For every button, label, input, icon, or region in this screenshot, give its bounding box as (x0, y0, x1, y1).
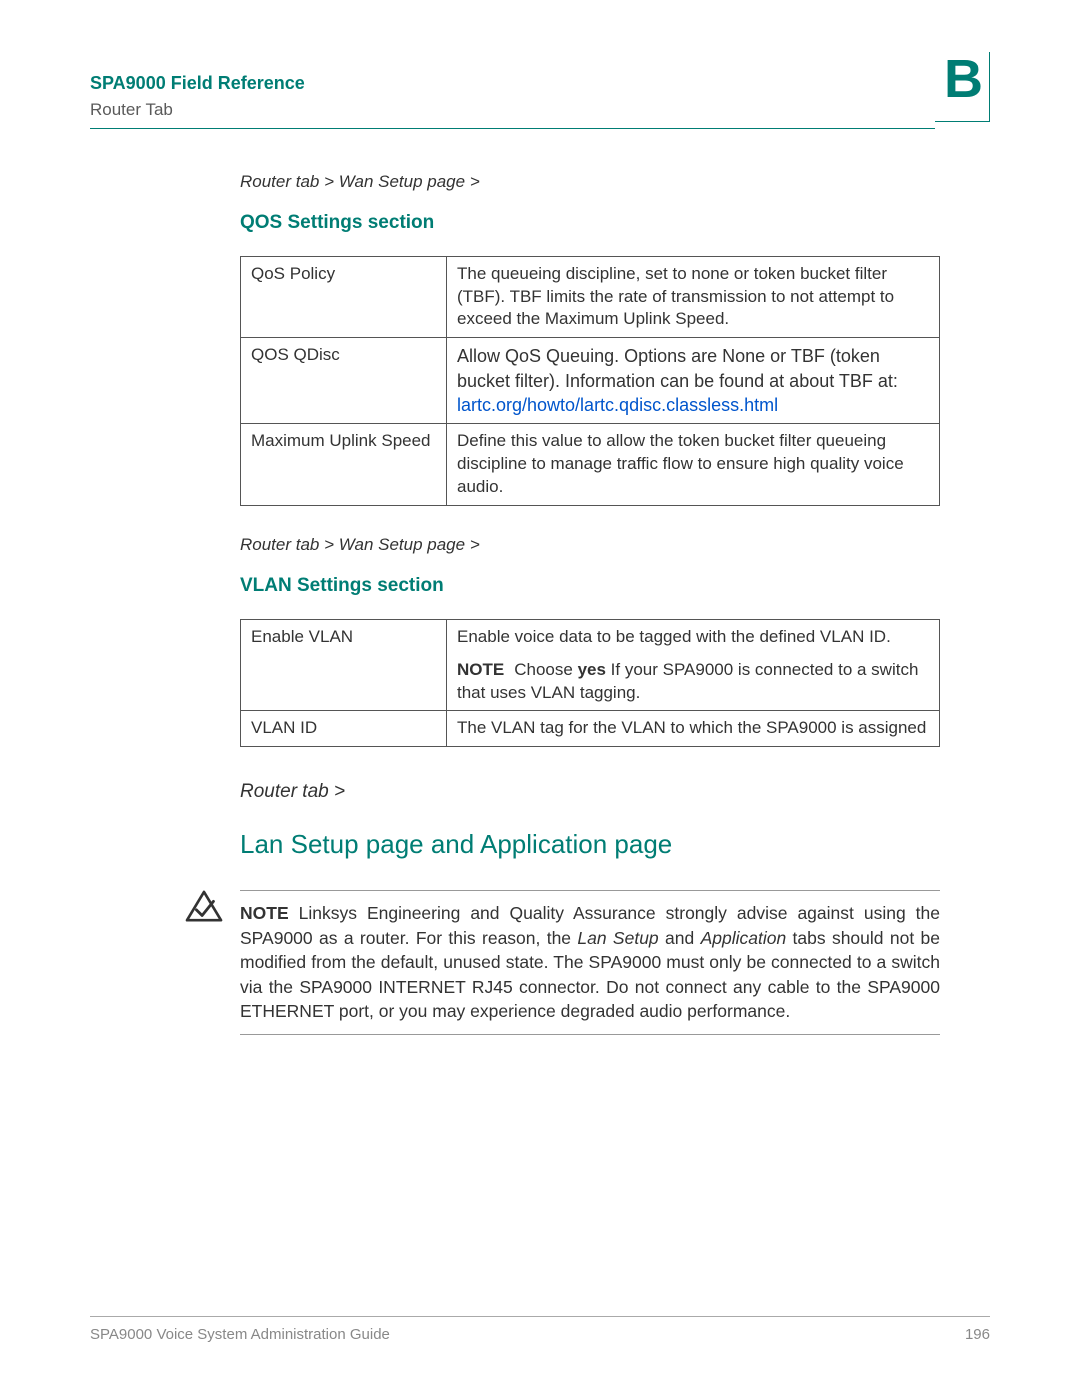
breadcrumb-lan: Router tab > (240, 779, 940, 805)
note-label: NOTE (240, 903, 289, 923)
field-name: VLAN ID (241, 711, 447, 747)
page-footer: SPA9000 Voice System Administration Guid… (90, 1316, 990, 1345)
note-i2: Application (701, 928, 787, 948)
field-name: QOS QDisc (241, 338, 447, 424)
table-row: VLAN ID The VLAN tag for the VLAN to whi… (241, 711, 940, 747)
check-triangle-icon (185, 890, 223, 924)
desc-text: Allow QoS Queuing. Options are None or T… (457, 346, 898, 390)
table-qos: QoS Policy The queueing discipline, set … (240, 256, 940, 507)
note-line: NOTEChoose yes If your SPA9000 is connec… (457, 659, 929, 705)
note-rule-bottom (240, 1034, 940, 1035)
note-label: NOTE (457, 660, 504, 679)
breadcrumb-qos: Router tab > Wan Setup page > (240, 171, 940, 194)
footer-guide: SPA9000 Voice System Administration Guid… (90, 1325, 390, 1345)
note-icon-wrap (185, 890, 223, 931)
table-vlan: Enable VLAN Enable voice data to be tagg… (240, 619, 940, 748)
note-block: NOTE Linksys Engineering and Quality Ass… (240, 890, 940, 1035)
page-header: SPA9000 Field Reference Router Tab B (90, 52, 990, 122)
breadcrumb-vlan: Router tab > Wan Setup page > (240, 534, 940, 557)
heading-vlan: VLAN Settings section (240, 573, 940, 599)
note-text: NOTE Linksys Engineering and Quality Ass… (240, 901, 940, 1024)
note-pre: Choose (514, 660, 577, 679)
heading-lan: Lan Setup page and Application page (240, 827, 940, 862)
appendix-badge: B (935, 52, 990, 122)
footer-page: 196 (965, 1325, 990, 1345)
doc-title: SPA9000 Field Reference (90, 71, 305, 95)
field-name: Maximum Uplink Speed (241, 424, 447, 506)
field-desc: The VLAN tag for the VLAN to which the S… (447, 711, 940, 747)
tab-title: Router Tab (90, 99, 305, 122)
note-rule-top (240, 890, 940, 891)
table-row: QOS QDisc Allow QoS Queuing. Options are… (241, 338, 940, 424)
field-name: QoS Policy (241, 256, 447, 338)
note-mid1: and (659, 928, 701, 948)
desc-line: Enable voice data to be tagged with the … (457, 626, 929, 649)
field-desc: Enable voice data to be tagged with the … (447, 619, 940, 711)
page: SPA9000 Field Reference Router Tab B Rou… (0, 0, 1080, 1397)
table-row: QoS Policy The queueing discipline, set … (241, 256, 940, 338)
field-desc: Define this value to allow the token buc… (447, 424, 940, 506)
table-row: Maximum Uplink Speed Define this value t… (241, 424, 940, 506)
header-left: SPA9000 Field Reference Router Tab (90, 71, 305, 122)
header-rule (90, 128, 935, 129)
table-row: Enable VLAN Enable voice data to be tagg… (241, 619, 940, 711)
heading-qos: QOS Settings section (240, 210, 940, 236)
link-lartc[interactable]: lartc.org/howto/lartc.qdisc.classless.ht… (457, 395, 778, 415)
note-bold: yes (578, 660, 606, 679)
field-desc: Allow QoS Queuing. Options are None or T… (447, 338, 940, 424)
field-name: Enable VLAN (241, 619, 447, 711)
note-i1: Lan Setup (577, 928, 658, 948)
appendix-letter: B (944, 52, 983, 106)
content: Router tab > Wan Setup page > QOS Settin… (240, 171, 940, 1035)
field-desc: The queueing discipline, set to none or … (447, 256, 940, 338)
